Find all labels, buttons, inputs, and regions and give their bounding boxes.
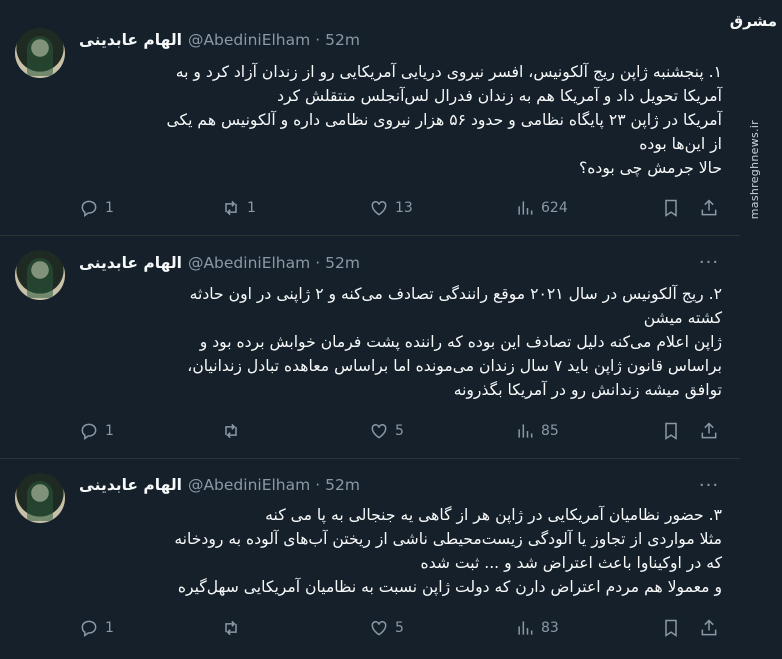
avatar[interactable]: [15, 250, 65, 300]
separator-dot: ·: [315, 254, 321, 272]
view-count: 85: [541, 423, 559, 439]
tweet-line: حالا جرمش چی بوده؟: [578, 159, 722, 177]
like-button[interactable]: 5: [369, 618, 404, 638]
share-icon: [701, 199, 717, 216]
share-button[interactable]: [699, 198, 719, 218]
divider: [0, 235, 740, 236]
reply-count: 1: [105, 423, 114, 439]
views-icon: [518, 621, 533, 635]
bookmark-button[interactable]: [661, 618, 681, 638]
views-icon: [518, 424, 533, 438]
view-count: 83: [541, 620, 559, 636]
reply-count: 1: [105, 620, 114, 636]
heart-icon: [371, 620, 387, 636]
share-button[interactable]: [699, 618, 719, 638]
avatar[interactable]: [15, 473, 65, 523]
separator-dot: ·: [315, 31, 321, 49]
retweet-button[interactable]: [221, 618, 247, 638]
tweet-line: و معمولا هم مردم اعتراض دارن که دولت ژاپ…: [177, 578, 722, 596]
reply-button[interactable]: 1: [79, 618, 114, 638]
bookmark-button[interactable]: [661, 421, 681, 441]
retweet-icon: [225, 423, 237, 439]
views-button[interactable]: 85: [515, 421, 559, 441]
divider: [0, 458, 740, 459]
timestamp[interactable]: 52m: [325, 254, 360, 272]
tweet-line: ۱. پنجشنبه ژاپن ریج آلکونیس، افسر نیروی …: [175, 63, 722, 81]
tweet-line: ژاپن اعلام می‌کنه دلیل تصادف این بوده که…: [199, 333, 722, 351]
reply-icon: [81, 200, 97, 217]
tweet-text: ۱. پنجشنبه ژاپن ریج آلکونیس، افسر نیروی …: [79, 60, 722, 180]
retweet-button[interactable]: 1: [221, 198, 256, 218]
reply-button[interactable]: 1: [79, 198, 114, 218]
tweet-line: کشته میشن: [643, 309, 722, 327]
display-name[interactable]: الهام عابدینی: [79, 254, 182, 272]
handle[interactable]: @AbediniElham: [188, 31, 310, 49]
bookmark-button[interactable]: [661, 198, 681, 218]
bookmark-icon: [665, 619, 677, 637]
heart-icon: [371, 200, 387, 216]
tweet-line: که در اوکیناوا باعث اعتراض شد و ... ثبت …: [420, 554, 722, 572]
retweet-icon: [225, 200, 237, 216]
tweet-line: مثلا مواردی از تجاوز یا آلودگی زیست‌محیط…: [174, 530, 722, 548]
retweet-icon: [225, 620, 237, 636]
retweet-count: 1: [247, 200, 256, 216]
tweet-line: ۲. ریج آلکونیس در سال ۲۰۲۱ موقع رانندگی …: [189, 285, 722, 303]
view-count: 624: [541, 200, 568, 216]
bookmark-icon: [665, 422, 677, 440]
like-button[interactable]: 13: [369, 198, 413, 218]
more-options-icon[interactable]: ···: [698, 477, 720, 501]
tweet-text: ۲. ریج آلکونیس در سال ۲۰۲۱ موقع رانندگی …: [79, 282, 722, 402]
reply-icon: [81, 620, 97, 637]
views-icon: [518, 201, 533, 215]
heart-icon: [371, 423, 387, 439]
handle[interactable]: @AbediniElham: [188, 254, 310, 272]
handle[interactable]: @AbediniElham: [188, 476, 310, 494]
reply-button[interactable]: 1: [79, 421, 114, 441]
tweet-text: ۳. حضور نظامیان آمریکایی در ژاپن هر از گ…: [79, 503, 722, 599]
tweet-line: آمریکا در ژاپن ۲۳ پایگاه نظامی و حدود ۵۶…: [166, 111, 722, 129]
retweet-button[interactable]: [221, 421, 247, 441]
mashregh-logo: مشرق: [729, 12, 777, 30]
like-count: 5: [395, 423, 404, 439]
tweet-line: آمریکا تحویل داد و آمریکا هم به زندان فد…: [277, 87, 722, 105]
like-count: 13: [395, 200, 413, 216]
share-icon: [701, 422, 717, 439]
timestamp[interactable]: 52m: [325, 31, 360, 49]
views-button[interactable]: 624: [515, 198, 568, 218]
display-name[interactable]: الهام عابدینی: [79, 476, 182, 494]
separator-dot: ·: [315, 476, 321, 494]
tweet-line: از این‌ها بوده: [639, 135, 722, 153]
watermark-strip: مشرق mashreghnews.ir: [729, 0, 782, 659]
more-options-icon[interactable]: ···: [698, 254, 720, 278]
views-button[interactable]: 83: [515, 618, 559, 638]
reply-count: 1: [105, 200, 114, 216]
display-name[interactable]: الهام عابدینی: [79, 31, 182, 49]
tweet-line: براساس قانون ژاپن باید ۷ سال زندان می‌مو…: [187, 357, 722, 375]
tweet-line: توافق میشه زندانش رو در آمریکا بگذرونه: [453, 381, 722, 399]
like-count: 5: [395, 620, 404, 636]
share-icon: [701, 619, 717, 636]
share-button[interactable]: [699, 421, 719, 441]
reply-icon: [81, 423, 97, 440]
tweet-line: ۳. حضور نظامیان آمریکایی در ژاپن هر از گ…: [265, 506, 722, 524]
timestamp[interactable]: 52m: [325, 476, 360, 494]
avatar[interactable]: [15, 28, 65, 78]
bookmark-icon: [665, 199, 677, 217]
watermark-site: mashreghnews.ir: [748, 120, 761, 220]
like-button[interactable]: 5: [369, 421, 404, 441]
